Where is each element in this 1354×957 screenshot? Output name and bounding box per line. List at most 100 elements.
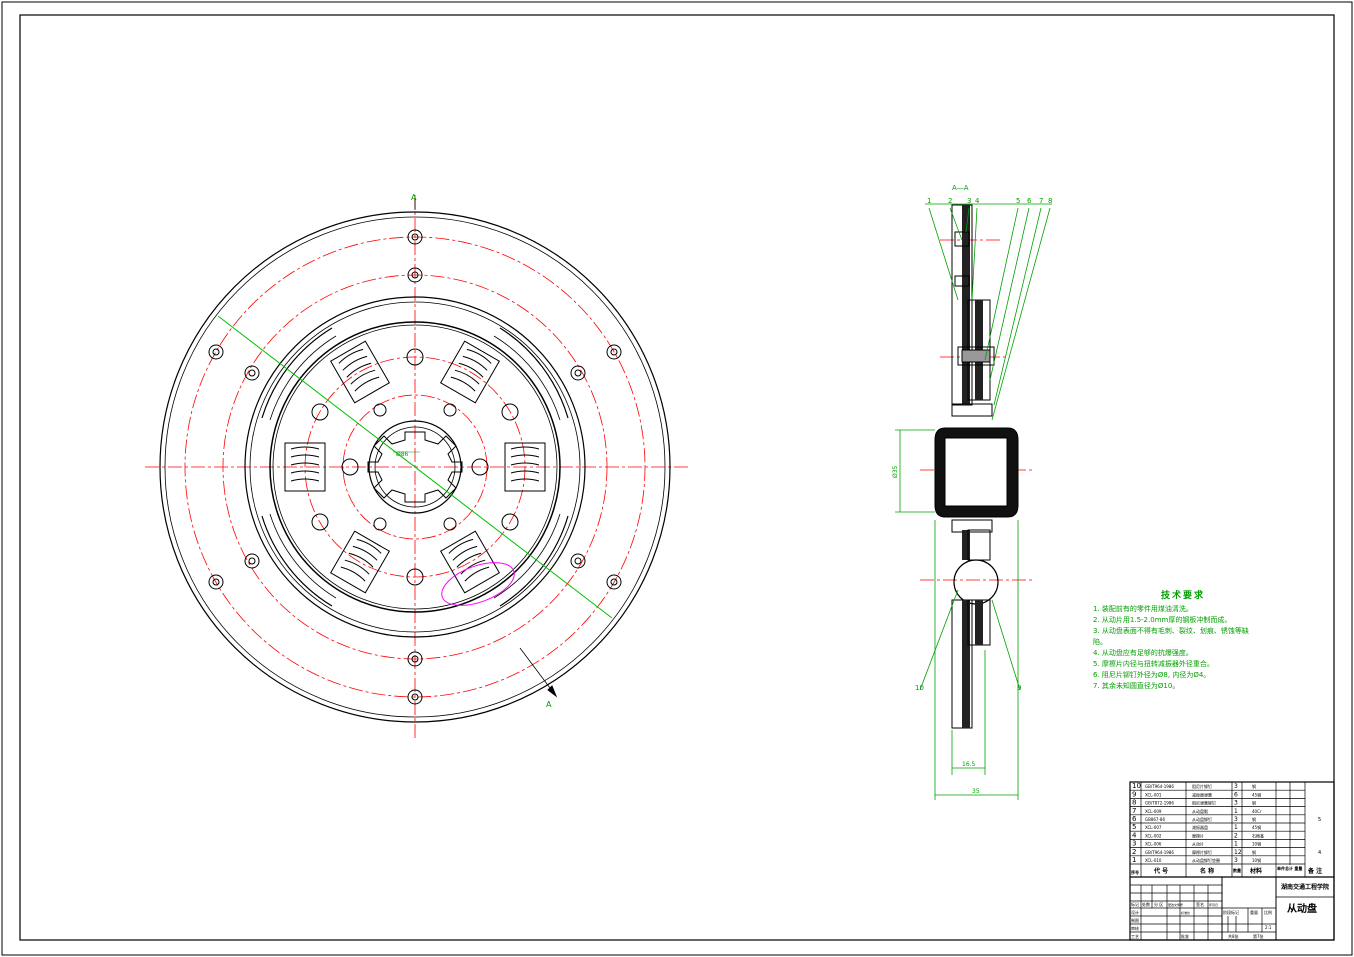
- lbl-weight: 重量: [1250, 909, 1258, 915]
- callout-7: 7: [1039, 197, 1043, 205]
- lbl-standard: 标准化: [1181, 910, 1190, 915]
- parts-cell-name: 摩擦片铆钉: [1192, 849, 1212, 855]
- front-view: [145, 195, 690, 740]
- tech-item: 陷。: [1093, 638, 1107, 646]
- callout-5: 5: [1016, 197, 1020, 205]
- parts-cell-qty: 3: [1234, 857, 1238, 864]
- hub-diameter-dim: Ø86: [396, 451, 409, 458]
- parts-cell-name: 从动盘铆钉: [1192, 816, 1212, 822]
- parts-cell-qty: 3: [1234, 800, 1238, 807]
- parts-header: 序号 代 号 名 称 数量 材料 单件总计 重量 备 注: [1130, 865, 1322, 875]
- lbl-approve: 批准: [1181, 933, 1189, 939]
- lbl-drafting: 制图: [1131, 917, 1139, 923]
- hdr-remark: 备 注: [1307, 867, 1322, 875]
- tech-item: 2. 从动片用1.5-2.0mm厚的钢板冲制而成。: [1093, 616, 1232, 624]
- tech-item: 6. 阻尼片铆钉外径为Ø8, 内径为Ø4。: [1093, 671, 1211, 679]
- callout-8: 8: [1048, 197, 1052, 205]
- hdr-code: 代 号: [1153, 867, 1168, 875]
- parts-cell-qty: 1: [1234, 808, 1238, 815]
- parts-cell-no: 4: [1132, 831, 1137, 839]
- dim-height: Ø35: [892, 465, 899, 478]
- hdr-material: 材料: [1249, 867, 1262, 875]
- drawing-sheet: A A Ø86 A—A 1 2 3 4 5 6 7 8 10 9 Ø35 16.…: [1, 1, 1353, 956]
- parts-cell-material: 钢: [1252, 816, 1256, 822]
- hdr-no: 序号: [1130, 869, 1139, 875]
- lbl-count: 处数: [1142, 901, 1150, 907]
- school-name: 湖南交通工程学院: [1281, 883, 1329, 891]
- parts-cell-name: 阻尼弹簧铆钉: [1192, 800, 1216, 806]
- inner-frame: [19, 14, 1335, 941]
- parts-cell-no: 5: [1132, 823, 1136, 831]
- callout-3: 3: [967, 197, 971, 205]
- callout-9: 9: [1017, 684, 1021, 692]
- tech-item: 1. 装配前有的零件用煤油清洗。: [1093, 605, 1193, 613]
- parts-cell-code: GB/T964-1986: [1145, 784, 1174, 789]
- hdr-name: 名 称: [1200, 867, 1214, 875]
- parts-cell-material: 钢: [1252, 849, 1256, 855]
- sheet-no: 第7张: [1253, 933, 1264, 939]
- cut-mark-top: A: [411, 193, 417, 202]
- dim-overall: 35: [972, 788, 980, 795]
- lbl-date: 年月日: [1209, 902, 1218, 907]
- parts-cell-name: 减振器弹簧: [1192, 791, 1212, 797]
- parts-cell-name: 阻尼片铆钉: [1192, 783, 1212, 789]
- lbl-design: 设计: [1131, 909, 1139, 915]
- parts-cell-qty: 3: [1234, 783, 1238, 790]
- parts-cell-remark: 4: [1318, 850, 1321, 856]
- lbl-scale: 比例: [1264, 909, 1272, 915]
- title-block: 湖南交通工程学院 从动盘 2:1 共8张 第7张 标记 处数 分 区 更改文件号…: [1131, 883, 1329, 939]
- dim-inner: 16.5: [962, 761, 976, 768]
- parts-cell-qty: 1: [1234, 841, 1238, 848]
- parts-cell-code: XCL-010: [1145, 858, 1162, 863]
- parts-cell-code: XCL-007: [1145, 825, 1162, 830]
- callout-2: 2: [948, 197, 952, 205]
- cut-mark-bottom: A: [546, 700, 552, 709]
- parts-cell-code: GB/T964-1986: [1145, 850, 1174, 855]
- drawing-name: 从动盘: [1287, 902, 1317, 915]
- parts-cell-material: 石棉基: [1252, 832, 1264, 838]
- lbl-sign: 签名: [1196, 901, 1204, 907]
- lbl-stage-mark: 阶段标记: [1223, 909, 1239, 915]
- parts-cell-code: XCL-001: [1145, 792, 1162, 797]
- sheets-total: 共8张: [1228, 933, 1239, 939]
- section-label: A—A: [952, 184, 969, 192]
- parts-cell-name: 从动盘毂: [1192, 808, 1208, 814]
- hdr-weight: 单件总计 重量: [1277, 865, 1302, 871]
- callout-1: 1: [927, 197, 931, 205]
- parts-cell-no: 1: [1132, 856, 1136, 864]
- parts-cell-name: 从动片: [1192, 841, 1204, 847]
- parts-cell-no: 8: [1132, 799, 1136, 807]
- lbl-zone: 分 区: [1154, 901, 1163, 907]
- tech-item: 4. 从动盘应有足够的抗爆强度。: [1093, 649, 1193, 657]
- parts-cell-code: XCL-002: [1145, 833, 1162, 838]
- parts-cell-no: 9: [1132, 790, 1136, 798]
- parts-cell-qty: 2: [1234, 832, 1238, 839]
- parts-cell-name: 减振器盘: [1192, 824, 1208, 830]
- parts-cell-no: 6: [1132, 815, 1137, 823]
- tech-item: 7. 其余未知圆直径为Ø10。: [1093, 682, 1180, 690]
- parts-cell-material: 钢: [1252, 800, 1256, 806]
- parts-cell-no: 7: [1132, 807, 1136, 815]
- parts-cell-no: 10: [1132, 782, 1141, 790]
- parts-cell-name: 摩擦片: [1192, 832, 1204, 838]
- parts-cell-material: 45钢: [1252, 824, 1261, 830]
- callout-6: 6: [1027, 197, 1032, 205]
- parts-cell-qty: 12: [1234, 849, 1242, 856]
- parts-cell-remark: 5: [1318, 817, 1321, 823]
- parts-cell-material: 40Cr: [1252, 809, 1262, 814]
- tech-item: 3. 从动盘表面不得有毛刺、裂纹、划痕、锈蚀等缺: [1093, 627, 1249, 635]
- parts-cell-qty: 6: [1234, 791, 1238, 798]
- lbl-process: 工艺: [1131, 934, 1139, 939]
- parts-cell-material: 10钢: [1252, 841, 1261, 847]
- parts-cell-code: GB/T872-1986: [1145, 801, 1174, 806]
- parts-cell-code: XCL-009: [1145, 809, 1162, 814]
- lbl-review: 审核: [1131, 925, 1139, 931]
- parts-cell-name: 从动盘铆钉垫圈: [1192, 857, 1220, 863]
- parts-cell-material: 45钢: [1252, 791, 1261, 797]
- parts-cell-no: 3: [1132, 840, 1136, 848]
- lbl-change-doc: 更改文件号: [1168, 902, 1183, 907]
- parts-cell-code: XCL-006: [1145, 842, 1162, 847]
- parts-cell-code: GB867-86: [1145, 817, 1165, 822]
- hdr-qty: 数量: [1232, 867, 1241, 873]
- lbl-mark: 标记: [1131, 901, 1139, 907]
